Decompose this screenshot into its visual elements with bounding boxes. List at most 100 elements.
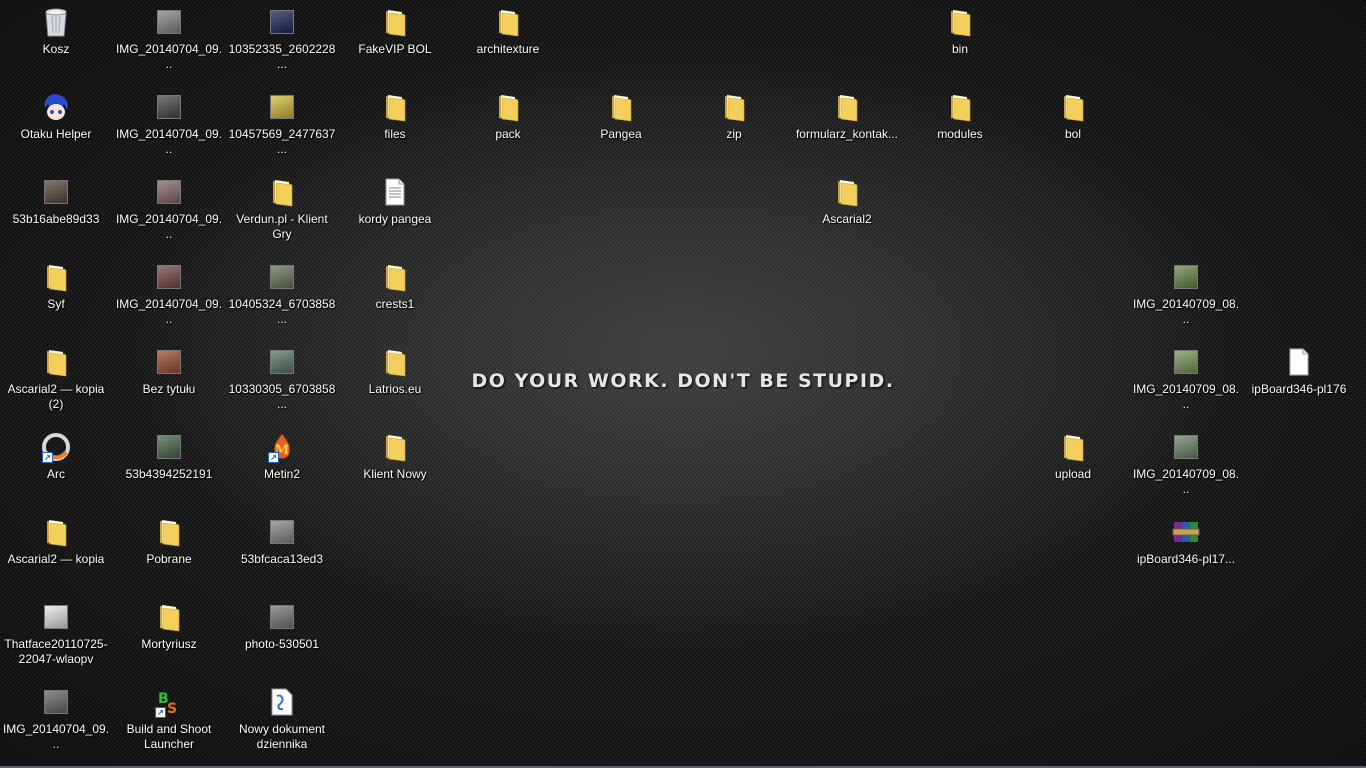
desktop-icon-label: Arc [47, 467, 65, 481]
desktop-icon[interactable]: IMG_20140704_09... [113, 4, 225, 72]
desktop-icon-label: Ascarial2 — kopia [7, 552, 105, 566]
desktop-icon[interactable]: Bez tytułu [113, 344, 225, 397]
desktop-icon[interactable]: Pobrane [113, 514, 225, 567]
desktop-icon-label: ipBoard346-pl17... [1136, 552, 1236, 566]
folder-icon [716, 89, 752, 125]
desktop-icon[interactable]: ipBoard346-pl17... [1130, 514, 1242, 567]
folder-icon [38, 514, 74, 550]
app-shortcut-icon: ↗ [38, 429, 74, 465]
desktop-icon-label: Nowy dokument dziennika [238, 722, 326, 751]
folder-icon [829, 174, 865, 210]
recycle-bin-icon [38, 4, 74, 40]
image-thumbnail-icon [151, 4, 187, 40]
text-document-icon [377, 174, 413, 210]
desktop-icon[interactable]: Mortyriusz [113, 599, 225, 652]
desktop-icon-label: IMG_20140709_08... [1132, 382, 1240, 411]
desktop-icon-label: Build and Shoot Launcher [126, 722, 212, 751]
desktop-icon[interactable]: 53b4394252191 [113, 429, 225, 482]
desktop[interactable]: DO YOUR WORK. DON'T BE STUPID. Kosz IMG_2… [0, 0, 1366, 768]
desktop-icon[interactable]: Latrios.eu [339, 344, 451, 397]
desktop-icon[interactable]: M ↗ Metin2 [226, 429, 338, 482]
desktop-icon-label: formularz_kontak... [795, 127, 899, 141]
desktop-icon[interactable]: Otaku Helper [0, 89, 112, 142]
image-thumbnail-icon [1168, 344, 1204, 380]
desktop-icon[interactable]: FakeVIP BOL [339, 4, 451, 57]
desktop-icon-label: IMG_20140704_09... [115, 127, 223, 156]
desktop-icon[interactable]: IMG_20140704_09... [113, 89, 225, 157]
desktop-icon-label: bol [1064, 127, 1081, 141]
desktop-icon[interactable]: Verdun.pl - Klient Gry [226, 174, 338, 242]
image-thumbnail-icon [1168, 259, 1204, 295]
desktop-icon[interactable]: IMG_20140704_09... [0, 684, 112, 752]
desktop-icon-label: Klient Nowy [363, 467, 427, 481]
image-thumbnail-icon [264, 259, 300, 295]
desktop-icon[interactable]: kordy pangea [339, 174, 451, 227]
image-thumbnail-icon [38, 684, 74, 720]
desktop-icon[interactable]: crests1 [339, 259, 451, 312]
svg-text:S: S [167, 701, 177, 717]
desktop-icon-label: Mortyriusz [141, 637, 197, 651]
image-thumbnail-icon [264, 344, 300, 380]
desktop-icon[interactable]: B S ↗ Build and Shoot Launcher [113, 684, 225, 752]
desktop-icon[interactable]: IMG_20140704_09... [113, 259, 225, 327]
desktop-icon[interactable]: 53b16abe89d33 [0, 174, 112, 227]
desktop-icon[interactable]: Ascarial2 — kopia [0, 514, 112, 567]
desktop-icon[interactable]: Kosz [0, 4, 112, 57]
desktop-icon[interactable]: formularz_kontak... [791, 89, 903, 142]
desktop-icon[interactable]: 10330305_6703858... [226, 344, 338, 412]
desktop-icon[interactable]: ipBoard346-pl176 [1243, 344, 1355, 397]
folder-icon [377, 344, 413, 380]
desktop-icon-label: 53b4394252191 [125, 467, 213, 481]
folder-icon [377, 89, 413, 125]
desktop-icon[interactable]: photo-530501 [226, 599, 338, 652]
desktop-icon-label: bin [951, 42, 968, 56]
desktop-icon[interactable]: bol [1017, 89, 1129, 142]
desktop-icon[interactable]: 10352335_2602228... [226, 4, 338, 72]
desktop-icon-label: Ascarial2 [822, 212, 872, 226]
desktop-icon[interactable]: upload [1017, 429, 1129, 482]
desktop-icon-label: IMG_20140709_08... [1132, 297, 1240, 326]
folder-icon [942, 4, 978, 40]
image-thumbnail-icon [264, 599, 300, 635]
desktop-icon[interactable]: Ascarial2 [791, 174, 903, 227]
folder-icon [1055, 89, 1091, 125]
desktop-icon-label: modules [937, 127, 983, 141]
desktop-icon[interactable]: IMG_20140709_08... [1130, 429, 1242, 497]
desktop-icon-label: Verdun.pl - Klient Gry [236, 212, 328, 241]
desktop-icon-label: Metin2 [263, 467, 301, 481]
desktop-icon[interactable]: zip [678, 89, 790, 142]
desktop-icon[interactable]: IMG_20140709_08... [1130, 344, 1242, 412]
desktop-icon[interactable]: IMG_20140709_08... [1130, 259, 1242, 327]
desktop-icon[interactable]: Klient Nowy [339, 429, 451, 482]
desktop-icon-label: Latrios.eu [368, 382, 422, 396]
folder-icon [377, 4, 413, 40]
blank-file-icon [1281, 344, 1317, 380]
desktop-icon-label: IMG_20140704_09... [2, 722, 110, 751]
desktop-icon[interactable]: Pangea [565, 89, 677, 142]
desktop-icon[interactable]: modules [904, 89, 1016, 142]
app-icon [38, 89, 74, 125]
desktop-icon[interactable]: Syf [0, 259, 112, 312]
desktop-icon-label: 10352335_2602228... [228, 42, 336, 71]
app-shortcut-icon: M ↗ [264, 429, 300, 465]
desktop-icon[interactable]: IMG_20140704_09... [113, 174, 225, 242]
desktop-icon[interactable]: Nowy dokument dziennika [226, 684, 338, 752]
desktop-icon-label: kordy pangea [358, 212, 432, 226]
desktop-icon[interactable]: 10457569_2477637... [226, 89, 338, 157]
desktop-icon[interactable]: ↗ Arc [0, 429, 112, 482]
image-thumbnail-icon [1168, 429, 1204, 465]
desktop-icon[interactable]: 53bfcaca13ed3 [226, 514, 338, 567]
folder-icon [377, 429, 413, 465]
image-thumbnail-icon [264, 514, 300, 550]
desktop-icon-label: pack [495, 127, 521, 141]
desktop-icon-label: Pobrane [146, 552, 192, 566]
desktop-icon-label: 10457569_2477637... [228, 127, 336, 156]
desktop-icon[interactable]: pack [452, 89, 564, 142]
shortcut-arrow-icon: ↗ [42, 452, 53, 463]
desktop-icon[interactable]: architexture [452, 4, 564, 57]
desktop-icon[interactable]: Thatface20110725-22047-wlaopv [0, 599, 112, 667]
desktop-icon[interactable]: Ascarial2 — kopia (2) [0, 344, 112, 412]
desktop-icon[interactable]: 10405324_6703858... [226, 259, 338, 327]
desktop-icon[interactable]: files [339, 89, 451, 142]
desktop-icon[interactable]: bin [904, 4, 1016, 57]
